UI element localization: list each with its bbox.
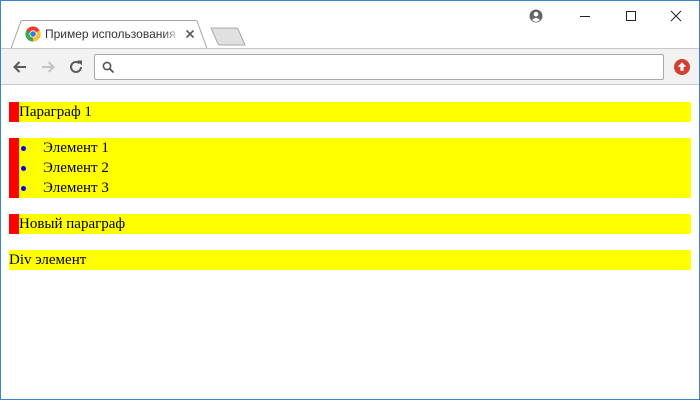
arrow-left-icon bbox=[13, 61, 26, 73]
list-bullet bbox=[21, 146, 26, 151]
div-element: Div элемент bbox=[9, 250, 691, 270]
minimize-button[interactable] bbox=[562, 1, 608, 31]
paragraph-1: Параграф 1 bbox=[9, 102, 691, 122]
list-item-label: Элемент 3 bbox=[43, 180, 109, 196]
list-item-label: Элемент 2 bbox=[43, 160, 109, 176]
reload-icon bbox=[70, 60, 82, 73]
back-button[interactable] bbox=[10, 57, 30, 77]
list-item-label: Элемент 1 bbox=[43, 140, 109, 156]
maximize-button[interactable] bbox=[608, 1, 654, 31]
arrow-right-icon bbox=[42, 61, 55, 73]
forward-button[interactable] bbox=[38, 57, 58, 77]
reload-button[interactable] bbox=[66, 57, 86, 77]
minimize-icon bbox=[580, 16, 590, 17]
paragraph-2: Новый параграф bbox=[9, 214, 691, 234]
item-list: Элемент 1 Элемент 2 Элемент 3 bbox=[19, 138, 691, 198]
list-bullet bbox=[21, 186, 26, 191]
chrome-favicon-icon bbox=[25, 26, 41, 42]
list-item: Элемент 2 bbox=[19, 158, 691, 178]
item-list-block: Элемент 1 Элемент 2 Элемент 3 bbox=[9, 138, 691, 198]
address-input[interactable] bbox=[121, 58, 651, 76]
profile-icon bbox=[529, 9, 543, 23]
browser-window: Пример использования Параграф 1 Элемент … bbox=[0, 0, 700, 400]
title-bar: Пример использования bbox=[1, 1, 699, 49]
maximize-icon bbox=[626, 11, 636, 21]
address-bar[interactable] bbox=[94, 54, 664, 80]
list-item: Элемент 1 bbox=[19, 138, 691, 158]
list-bullet bbox=[21, 166, 26, 171]
close-window-button[interactable] bbox=[653, 1, 699, 31]
new-tab-button[interactable] bbox=[210, 27, 246, 46]
tab-close-icon[interactable] bbox=[183, 27, 197, 41]
close-icon bbox=[670, 10, 682, 22]
browser-toolbar bbox=[1, 48, 699, 85]
tab-title: Пример использования bbox=[45, 27, 181, 41]
list-item: Элемент 3 bbox=[19, 178, 691, 198]
page-content: Параграф 1 Элемент 1 Элемент 2 Элемент 3… bbox=[1, 85, 699, 399]
profile-button[interactable] bbox=[527, 7, 545, 25]
new-tab-icon bbox=[210, 27, 246, 46]
extension-button[interactable] bbox=[673, 58, 691, 76]
upload-icon bbox=[674, 59, 690, 75]
browser-tab[interactable]: Пример использования bbox=[11, 20, 207, 49]
search-icon bbox=[102, 61, 115, 74]
